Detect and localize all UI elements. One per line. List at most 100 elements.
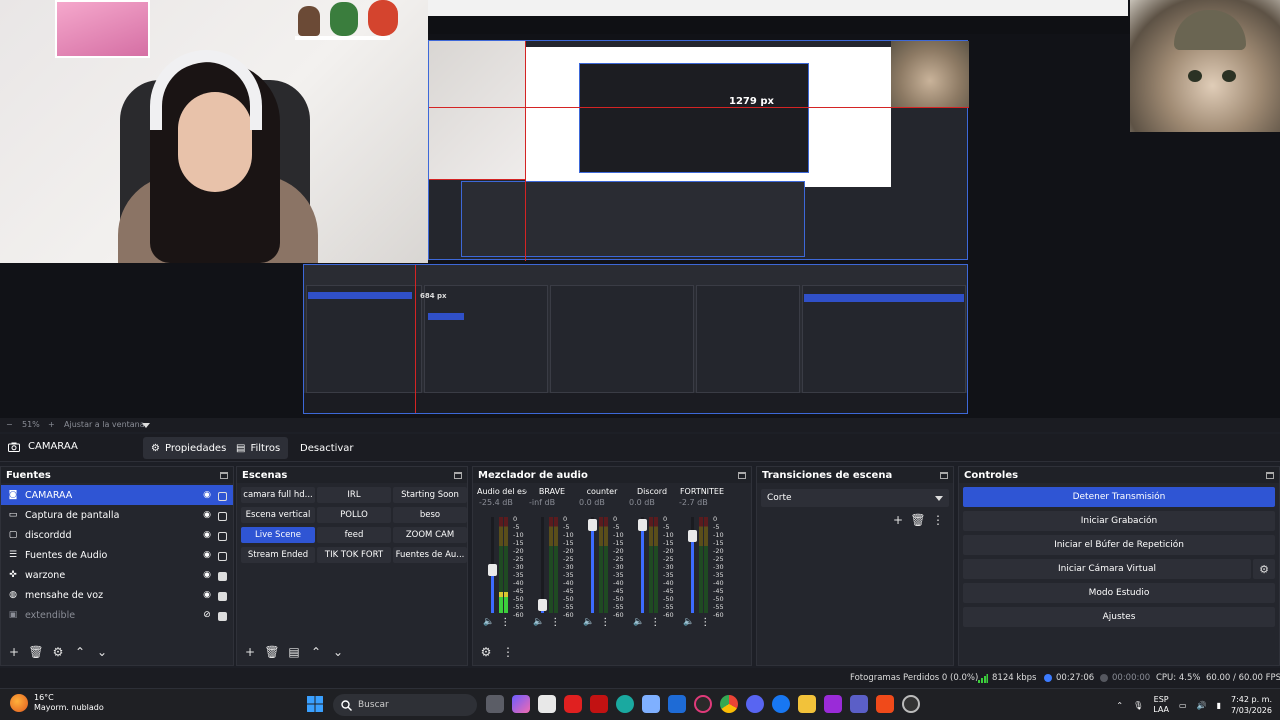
premiere-icon[interactable] bbox=[824, 695, 842, 713]
network-icon[interactable]: ▭ bbox=[1179, 701, 1187, 710]
scene-button[interactable]: Fuentes de Au... bbox=[393, 547, 467, 563]
fader-handle[interactable] bbox=[488, 563, 497, 576]
scene-button[interactable]: Starting Soon bbox=[393, 487, 467, 503]
undock-icon[interactable] bbox=[220, 471, 228, 479]
source-item[interactable]: ◍ mensahe de voz ◉ bbox=[1, 585, 233, 605]
chevron-up-icon[interactable]: ⌃ bbox=[309, 645, 323, 659]
volume-icon[interactable]: 🔈 bbox=[583, 617, 594, 628]
properties-button[interactable]: ⚙ Propiedades bbox=[143, 437, 235, 459]
settings-button[interactable]: Ajustes bbox=[963, 607, 1275, 627]
zoom-fit-select[interactable]: Ajustar a la ventana bbox=[64, 420, 145, 429]
eye-icon[interactable]: ◉ bbox=[201, 530, 213, 540]
netflix-icon[interactable] bbox=[590, 695, 608, 713]
more-icon[interactable]: ⋮ bbox=[550, 617, 560, 628]
source-item[interactable]: ▣ extendible ⊘ bbox=[1, 605, 233, 625]
fader-handle[interactable] bbox=[588, 518, 597, 531]
obs-icon[interactable] bbox=[694, 695, 712, 713]
task-view-icon[interactable] bbox=[486, 695, 504, 713]
battery-icon[interactable]: ▮ bbox=[1217, 701, 1221, 710]
undock-icon[interactable] bbox=[1266, 471, 1274, 479]
undock-icon[interactable] bbox=[454, 471, 462, 479]
volume-fader[interactable] bbox=[538, 517, 547, 613]
fader-handle[interactable] bbox=[688, 530, 697, 543]
gear-icon[interactable]: ⚙ bbox=[51, 645, 65, 659]
add-icon[interactable]: + bbox=[243, 645, 257, 659]
folder-icon[interactable] bbox=[798, 695, 816, 713]
outlook-icon[interactable] bbox=[668, 695, 686, 713]
scene-button[interactable]: Escena vertical bbox=[241, 507, 315, 523]
unlock-icon[interactable] bbox=[218, 491, 227, 501]
scene-button[interactable]: Live Scene bbox=[241, 527, 315, 543]
language-indicator[interactable]: ESP LAA bbox=[1153, 695, 1169, 715]
eye-off-icon[interactable]: ⊘ bbox=[201, 610, 213, 620]
gear-icon[interactable]: ⚙ bbox=[1253, 559, 1275, 579]
volume-icon[interactable]: 🔈 bbox=[483, 617, 494, 628]
start-recording-button[interactable]: Iniciar Grabación bbox=[963, 511, 1275, 531]
copilot-icon[interactable] bbox=[512, 695, 530, 713]
eye-icon[interactable]: ◉ bbox=[201, 490, 213, 500]
mixer-settings-icon[interactable]: ⚙ bbox=[479, 645, 493, 659]
more-icon[interactable]: ⋮ bbox=[700, 617, 710, 628]
weather-widget[interactable]: 16°C Mayorm. nublado bbox=[10, 693, 104, 713]
source-item[interactable]: ☰ Fuentes de Audio ◉ bbox=[1, 545, 233, 565]
fader-handle[interactable] bbox=[538, 599, 547, 612]
unlock-icon[interactable] bbox=[218, 511, 227, 521]
volume-fader[interactable] bbox=[588, 517, 597, 613]
taskbar-search[interactable]: Buscar bbox=[333, 694, 477, 716]
source-item[interactable]: ✜ warzone ◉ bbox=[1, 565, 233, 585]
scene-button[interactable]: POLLO bbox=[317, 507, 391, 523]
eye-icon[interactable]: ◉ bbox=[201, 590, 213, 600]
microphone-icon[interactable]: 🎙 bbox=[1133, 701, 1143, 710]
more-icon[interactable]: ⋮ bbox=[931, 513, 945, 527]
more-icon[interactable]: ⋮ bbox=[600, 617, 610, 628]
volume-icon[interactable]: 🔈 bbox=[683, 617, 694, 628]
chevron-up-icon[interactable]: ⌃ bbox=[73, 645, 87, 659]
volume-icon[interactable]: 🔈 bbox=[633, 617, 644, 628]
replay-buffer-button[interactable]: Iniciar el Búfer de Repetición bbox=[963, 535, 1275, 555]
virtual-camera-button[interactable]: Iniciar Cámara Virtual bbox=[963, 559, 1251, 579]
volume-icon[interactable]: 🔈 bbox=[533, 617, 544, 628]
source-item[interactable]: ▢ discorddd ◉ bbox=[1, 525, 233, 545]
lock-icon[interactable] bbox=[218, 571, 227, 581]
store-icon[interactable] bbox=[538, 695, 556, 713]
trash-icon[interactable]: 🗑 bbox=[28, 645, 43, 659]
zoom-out-icon[interactable]: − bbox=[6, 420, 13, 429]
youtube-icon[interactable] bbox=[564, 695, 582, 713]
eye-icon[interactable]: ◉ bbox=[201, 570, 213, 580]
windows-start-icon[interactable] bbox=[306, 695, 324, 713]
zoom-in-icon[interactable]: + bbox=[48, 420, 55, 429]
filters-button[interactable]: ▤ Filtros bbox=[228, 437, 289, 459]
obs-running-icon[interactable] bbox=[902, 695, 920, 713]
scene-button[interactable]: feed bbox=[317, 527, 391, 543]
brave-icon[interactable] bbox=[876, 695, 894, 713]
stop-streaming-button[interactable]: Detener Transmisión bbox=[963, 487, 1275, 507]
source-item[interactable]: ◙ CAMARAA ◉ bbox=[1, 485, 233, 505]
undock-icon[interactable] bbox=[738, 471, 746, 479]
capcut-icon[interactable] bbox=[642, 695, 660, 713]
source-item[interactable]: ▭ Captura de pantalla ◉ bbox=[1, 505, 233, 525]
transition-select[interactable]: Corte bbox=[761, 489, 949, 507]
deactivate-button[interactable]: Desactivar bbox=[292, 437, 362, 459]
trash-icon[interactable]: 🗑 bbox=[264, 645, 279, 659]
chrome-icon[interactable] bbox=[720, 695, 738, 713]
scene-button[interactable]: camara full hd... bbox=[241, 487, 315, 503]
fader-handle[interactable] bbox=[638, 518, 647, 531]
more-icon[interactable]: ⋮ bbox=[650, 617, 660, 628]
trash-icon[interactable]: 🗑 bbox=[910, 513, 925, 527]
undock-icon[interactable] bbox=[940, 471, 948, 479]
scene-button[interactable]: Stream Ended bbox=[241, 547, 315, 563]
eye-icon[interactable]: ◉ bbox=[201, 550, 213, 560]
facebook-icon[interactable] bbox=[772, 695, 790, 713]
scene-button[interactable]: TIK TOK FORT bbox=[317, 547, 391, 563]
chevron-up-icon[interactable]: ⌃ bbox=[1116, 701, 1123, 710]
scene-button[interactable]: IRL bbox=[317, 487, 391, 503]
discord-icon[interactable] bbox=[746, 695, 764, 713]
volume-icon[interactable]: 🔊 bbox=[1197, 701, 1207, 710]
more-icon[interactable]: ⋮ bbox=[500, 617, 510, 628]
volume-fader[interactable] bbox=[638, 517, 647, 613]
taskbar-clock[interactable]: 7:42 p. m. 7/03/2026 bbox=[1231, 694, 1272, 716]
teams-icon[interactable] bbox=[850, 695, 868, 713]
filter-icon[interactable]: ▤ bbox=[287, 645, 301, 659]
scene-button[interactable]: beso bbox=[393, 507, 467, 523]
add-icon[interactable]: + bbox=[891, 513, 905, 527]
